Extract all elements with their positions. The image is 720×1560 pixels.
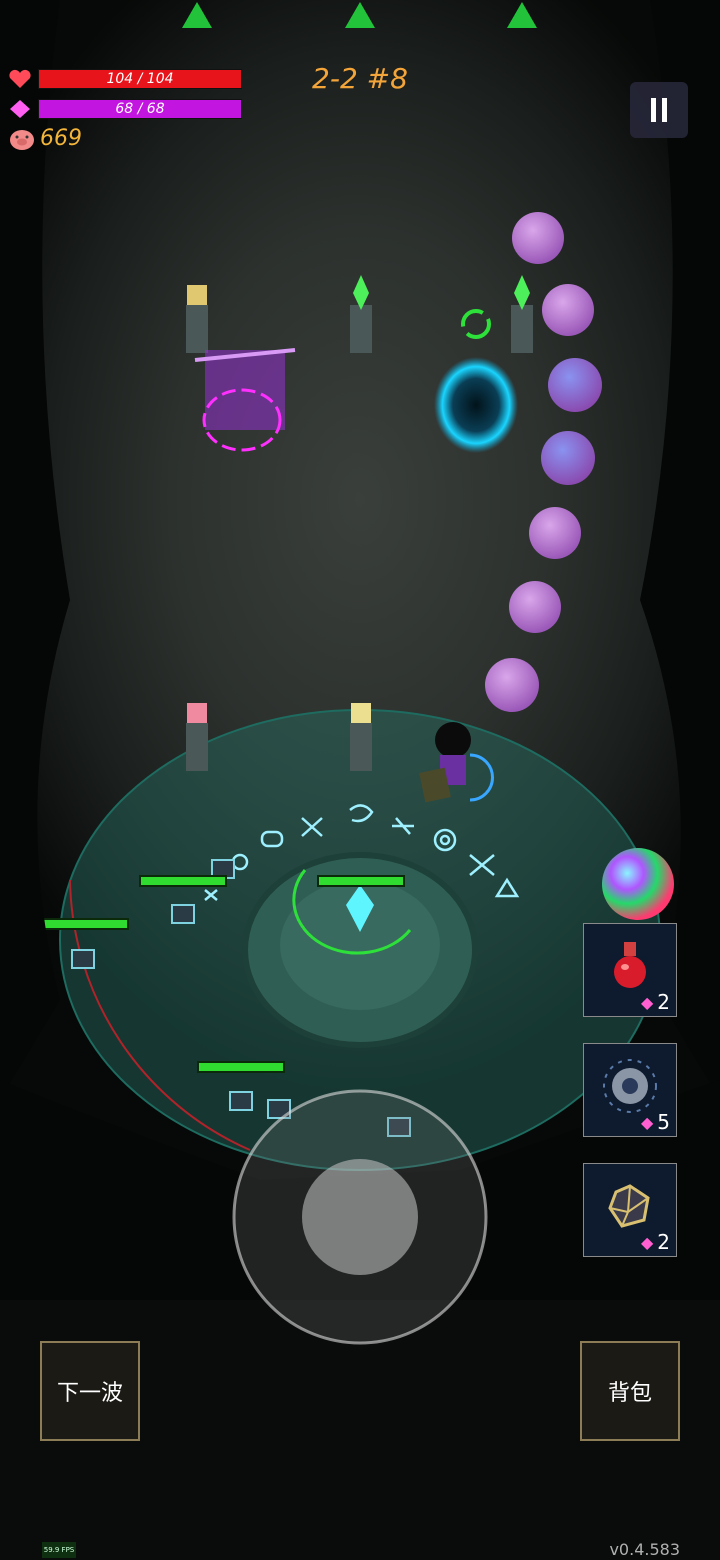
hp-text: 104 / 104 bbox=[106, 71, 174, 87]
tower-red[interactable] bbox=[186, 703, 208, 771]
mana-gem-icon bbox=[10, 100, 30, 118]
currency: 669 bbox=[8, 126, 82, 151]
mp-bar: 68 / 68 bbox=[38, 99, 242, 119]
tower-green-right[interactable] bbox=[511, 275, 533, 353]
hp-row: 104 / 104 bbox=[8, 68, 242, 90]
virtual-joystick[interactable] bbox=[230, 1087, 490, 1347]
heart-icon bbox=[9, 69, 31, 88]
spawn-arrow-icon bbox=[507, 2, 537, 28]
pause-button[interactable] bbox=[630, 82, 688, 138]
gem-icon: ◆ bbox=[640, 1112, 654, 1132]
backpack-button[interactable]: 背包 bbox=[580, 1341, 680, 1441]
portal[interactable] bbox=[434, 357, 518, 453]
mp-row: 68 / 68 bbox=[8, 98, 242, 120]
spider-bot bbox=[171, 904, 195, 924]
next-wave-button[interactable]: 下一波 bbox=[40, 1341, 140, 1441]
enemy-hp-bar bbox=[139, 875, 227, 887]
skill-orb-button[interactable] bbox=[600, 846, 676, 922]
mp-text: 68 / 68 bbox=[115, 101, 165, 117]
tower-yellow-mid[interactable] bbox=[350, 703, 372, 771]
spawn-arrow-icon bbox=[182, 2, 212, 28]
slime-enemy bbox=[548, 358, 602, 412]
enemy-hp-bar bbox=[317, 875, 405, 887]
fps-counter: 59.9 FPS bbox=[42, 1542, 76, 1558]
joystick-knob[interactable] bbox=[302, 1159, 418, 1275]
enemy-spawn-shrine bbox=[194, 348, 296, 452]
gem-icon: ◆ bbox=[640, 1232, 654, 1252]
enemy-hp-bar bbox=[197, 1061, 285, 1073]
slime-enemy bbox=[542, 284, 594, 336]
spawn-arrow-icon bbox=[345, 2, 375, 28]
slime-enemy bbox=[509, 581, 561, 633]
item-cost: ◆ 2 bbox=[640, 1230, 670, 1254]
gem-icon: ◆ bbox=[640, 992, 654, 1012]
pause-icon bbox=[651, 98, 667, 122]
item-cost: ◆ 5 bbox=[640, 1110, 670, 1134]
hp-bar: 104 / 104 bbox=[38, 69, 242, 89]
item-cost: ◆ 2 bbox=[640, 990, 670, 1014]
coin-count: 669 bbox=[40, 126, 82, 151]
item-slot-crystal[interactable]: ◆ 2 bbox=[583, 1163, 677, 1257]
tower-yellow-left[interactable] bbox=[186, 285, 208, 353]
stage-label: 2-2 #8 bbox=[312, 62, 408, 95]
version-label: v0.4.583 bbox=[609, 1540, 680, 1559]
pig-icon bbox=[10, 129, 34, 150]
slime-enemies[interactable] bbox=[485, 212, 602, 712]
item-slot-bomb[interactable]: ◆ 5 bbox=[583, 1043, 677, 1137]
slime-enemy bbox=[512, 212, 564, 264]
refresh-icon[interactable] bbox=[461, 309, 491, 339]
enemy-hp-bar bbox=[41, 918, 129, 930]
slime-enemy bbox=[529, 507, 581, 559]
tower-green-mid[interactable] bbox=[350, 275, 372, 353]
item-slot-potion[interactable]: ◆ 2 bbox=[583, 923, 677, 1017]
game-screen: 104 / 104 68 / 68 669 2-2 #8 ◆ 2 ◆ 5 ◆ 2… bbox=[0, 0, 720, 1560]
spider-bot bbox=[71, 949, 95, 969]
slime-enemy bbox=[541, 431, 595, 485]
slime-enemy bbox=[485, 658, 539, 712]
